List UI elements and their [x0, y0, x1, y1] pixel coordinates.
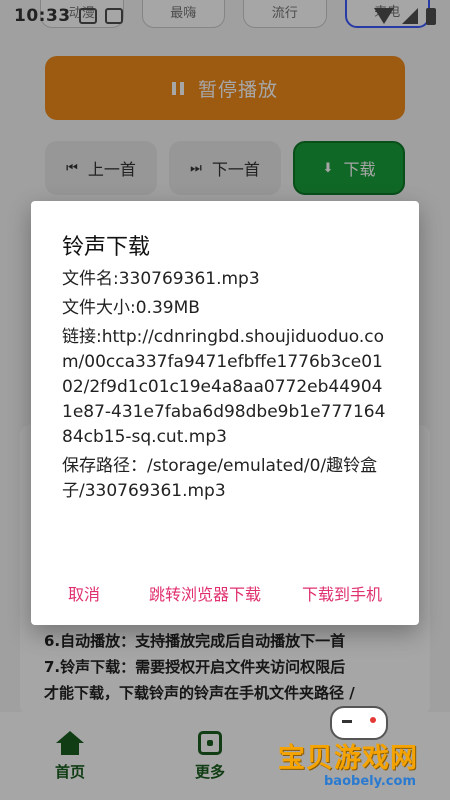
- dialog-filename: 文件名:330769361.mp3: [62, 269, 260, 289]
- download-to-phone-button[interactable]: 下载到手机: [302, 581, 382, 605]
- dialog-actions: 取消 跳转浏览器下载 下载到手机: [31, 581, 419, 605]
- gamepad-icon: [330, 706, 388, 740]
- notification-icon: [78, 8, 97, 24]
- status-bar: 10:33: [0, 0, 450, 32]
- status-time: 10:33: [14, 6, 71, 26]
- status-icons: [374, 7, 436, 25]
- dialog-link: 链接:http://cdnringbd.shoujiduoduo.com/00c…: [62, 327, 386, 447]
- dialog-title: 铃声下载: [62, 235, 151, 260]
- dialog-save-path: 保存路径：/storage/emulated/0/趣铃盒子/330769361.…: [62, 456, 378, 501]
- dialog-body: 文件名:330769361.mp3 文件大小:0.39MB 链接:http://…: [62, 267, 392, 508]
- watermark-logo: 宝贝游戏网 baobely.com: [272, 706, 442, 796]
- download-dialog: 铃声下载 文件名:330769361.mp3 文件大小:0.39MB 链接:ht…: [31, 201, 419, 625]
- app-screen: 10:33 动漫 最嗨 流行 来电 暂停播放 ⏮ 上一首 ⏭ 下一首 ⬇ 下载: [0, 0, 450, 800]
- wifi-icon: [374, 8, 394, 24]
- battery-icon: [426, 7, 436, 25]
- watermark-text: 宝贝游戏网: [278, 743, 418, 774]
- a-badge-icon: [104, 8, 123, 24]
- watermark-url: baobely.com: [324, 774, 416, 789]
- signal-icon: [402, 8, 418, 24]
- browser-download-button[interactable]: 跳转浏览器下载: [149, 581, 261, 605]
- dialog-filesize: 文件大小:0.39MB: [62, 298, 200, 318]
- cancel-button[interactable]: 取消: [68, 581, 100, 605]
